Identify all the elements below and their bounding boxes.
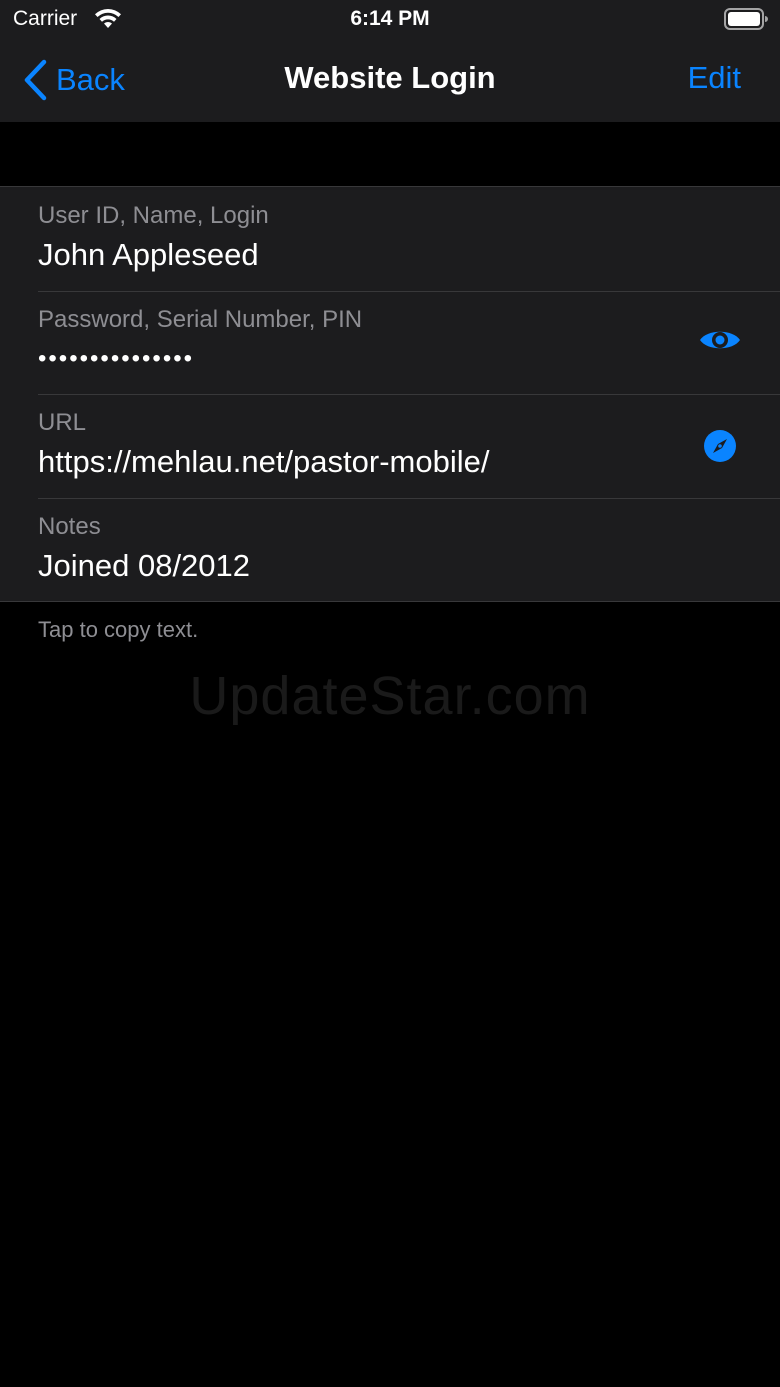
copy-hint: Tap to copy text. bbox=[38, 617, 199, 642]
clock: 6:14 PM bbox=[350, 7, 430, 30]
login-details-list: User ID, Name, Login John Appleseed Pass… bbox=[0, 186, 780, 602]
password-label: Password, Serial Number, PIN bbox=[38, 305, 363, 333]
user-id-row[interactable]: User ID, Name, Login John Appleseed bbox=[0, 187, 780, 291]
watermark: UpdateStar.com bbox=[189, 666, 591, 726]
url-value: https://mehlau.net/pastor-mobile/ bbox=[38, 444, 490, 479]
edit-button[interactable]: Edit bbox=[688, 60, 741, 96]
user-id-label: User ID, Name, Login bbox=[38, 202, 269, 229]
url-label: URL bbox=[38, 409, 87, 436]
compass-icon[interactable] bbox=[704, 430, 736, 462]
battery-icon bbox=[724, 8, 768, 30]
password-value: ••••••••••••••• bbox=[38, 344, 195, 372]
notes-label: Notes bbox=[38, 512, 101, 540]
status-bar: Carrier 6:14 PM bbox=[0, 0, 780, 40]
notes-value: Joined 08/2012 bbox=[38, 547, 251, 583]
password-row[interactable]: Password, Serial Number, PIN •••••••••••… bbox=[0, 290, 780, 395]
url-row[interactable]: URL https://mehlau.net/pastor-mobile/ bbox=[0, 394, 780, 498]
screen: Carrier 6:14 PM Back Website Login Edit … bbox=[0, 0, 780, 1387]
notes-row[interactable]: Notes Joined 08/2012 bbox=[0, 497, 780, 602]
page-title: Website Login bbox=[284, 60, 496, 95]
navigation-bar: Back Website Login Edit bbox=[0, 40, 780, 122]
user-id-value: John Appleseed bbox=[38, 237, 259, 272]
eye-icon[interactable] bbox=[698, 325, 742, 355]
